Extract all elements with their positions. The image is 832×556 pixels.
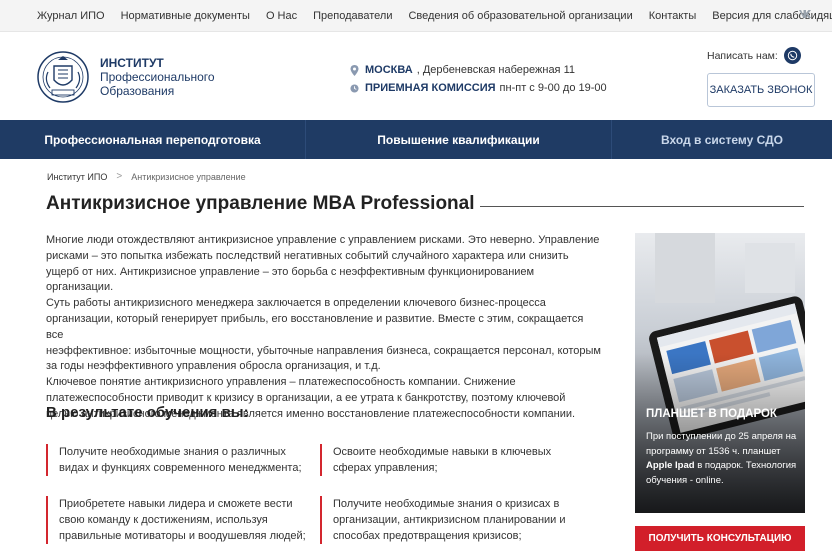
result-point: Освоите необходимые навыки в ключевых сф… [320,444,551,476]
result-point: Приобретете навыки лидера и сможете вест… [46,496,306,544]
breadcrumb-current: Антикризисное управление [131,171,246,182]
breadcrumb-home[interactable]: Институт ИПО [47,172,107,182]
topnav-org-info[interactable]: Сведения об образовательной организации [408,10,632,22]
nav-sdo-login[interactable]: Вход в систему СДО [612,120,832,159]
promo-text-line: программу от 1536 ч. планшет [646,445,781,457]
address-row: МОСКВА , Дербеневская набережная 11 [350,62,607,78]
contact-info: МОСКВА , Дербеневская набережная 11 ПРИЕ… [350,62,607,98]
topnav-low-vision[interactable]: Версия для слабовидящих [712,10,832,22]
article-line: Суть работы антикризисного менеджера зак… [46,297,546,310]
clock-icon [350,83,359,93]
whatsapp-icon[interactable] [783,47,801,64]
promo-text: При поступлении до 25 апреля на программ… [646,430,798,488]
article-text: Многие люди отождествляют антикризисное … [46,233,601,423]
results-heading: В результате обучения вы: [46,404,249,421]
promo-text-line: обучения - online. [646,474,724,486]
order-call-button[interactable]: ЗАКАЗАТЬ ЗВОНОК [707,73,815,107]
result-point-line: правильные мотиваторы и воодушевляя люде… [59,530,306,542]
topnav-normative-docs[interactable]: Нормативные документы [121,10,250,22]
article-line: за годы неэффективного управления обросл… [46,360,381,373]
result-point-line: Получите необходимые знания о различных [59,446,286,458]
get-consultation-button[interactable]: ПОЛУЧИТЬ КОНСУЛЬТАЦИЮ [635,526,805,551]
topnav-about[interactable]: О Нас [266,10,297,22]
result-point-line: свою команду к достижениям, используя [59,514,268,526]
article-line: рисками – это попытка избежать последств… [46,249,569,262]
topnav-contacts[interactable]: Контакты [649,10,697,22]
page-title: Антикризисное управление MBA Professiona… [46,193,475,214]
article-line: организации, который генерирует прибыль,… [46,312,584,341]
result-point-line: видах и функциях современного менеджмент… [59,462,302,474]
topnav-journal[interactable]: Журнал ИПО [37,10,105,22]
breadcrumb: Институт ИПО > Антикризисное управление [47,171,246,182]
tablet-promo-banner[interactable]: ПЛАНШЕТ В ПОДАРОК При поступлении до 25 … [635,233,805,513]
result-point-line: Получите необходимые знания о кризисах в [333,498,560,510]
write-us-label: Написать нам: [707,49,778,62]
top-nav: Журнал ИПО Нормативные документы О Нас П… [37,0,832,32]
brand-name[interactable]: ИНСТИТУТ Профессионального Образования [100,56,215,98]
institute-logo-icon[interactable] [36,50,90,104]
brand-line-3: Образования [100,84,175,98]
vk-icon-glyph [799,10,811,18]
institute-crest-graphic [37,51,89,103]
result-point-line: организации, антикризисном планировании … [333,514,566,526]
result-point: Получите необходимые знания о кризисах в… [320,496,566,544]
result-point: Получите необходимые знания о различных … [46,444,302,476]
topnav-teachers[interactable]: Преподаватели [313,10,392,22]
result-point-line: сферах управления; [333,462,438,474]
brand-line-1: ИНСТИТУТ [100,56,164,70]
whatsapp-glyph [787,50,798,61]
promo-text-line: При поступлении до 25 апреля на [646,431,797,442]
nav-qualification-upgrade[interactable]: Повышение квалификации [306,120,612,159]
title-divider [480,206,804,207]
address-text: , Дербеневская набережная 11 [416,64,575,76]
article-line: неэффективное: избыточные мощности, убыт… [46,344,601,357]
write-us: Написать нам: [707,47,801,64]
result-point-line: Освоите необходимые навыки в ключевых [333,446,552,458]
nav-professional-retraining[interactable]: Профессиональная переподготовка [0,120,306,159]
admission-label: ПРИЕМНАЯ КОМИССИЯ [365,82,496,94]
main-nav: Профессиональная переподготовка Повышени… [0,120,832,159]
city-label: МОСКВА [365,64,413,76]
brand-line-2: Профессионального [100,70,215,84]
admission-hours: пн-пт с 9-00 до 19-00 [499,82,607,94]
promo-text-line: Apple Ipad в подарок. Технология [646,460,797,471]
article-line: Многие люди отождествляют антикризисное … [46,234,600,246]
top-bar: Журнал ИПО Нормативные документы О Нас П… [0,0,832,32]
breadcrumb-separator-icon: > [116,171,123,182]
article-line: Ключевое понятие антикризисного управлен… [46,376,516,389]
article-line: ущерб от них. Антикризисное управление –… [46,265,535,294]
vk-icon[interactable] [798,9,812,23]
promo-title: ПЛАНШЕТ В ПОДАРОК [646,408,777,420]
admission-row: ПРИЕМНАЯ КОМИССИЯ пн-пт с 9-00 до 19-00 [350,80,607,96]
location-pin-icon [350,64,359,76]
result-point-line: способах предотвращения кризисов; [333,530,522,542]
promo-bold-text: Apple Ipad [646,460,695,471]
site-header: ИНСТИТУТ Профессионального Образования М… [0,32,832,120]
result-point-line: Приобретете навыки лидера и сможете вест… [59,498,293,510]
